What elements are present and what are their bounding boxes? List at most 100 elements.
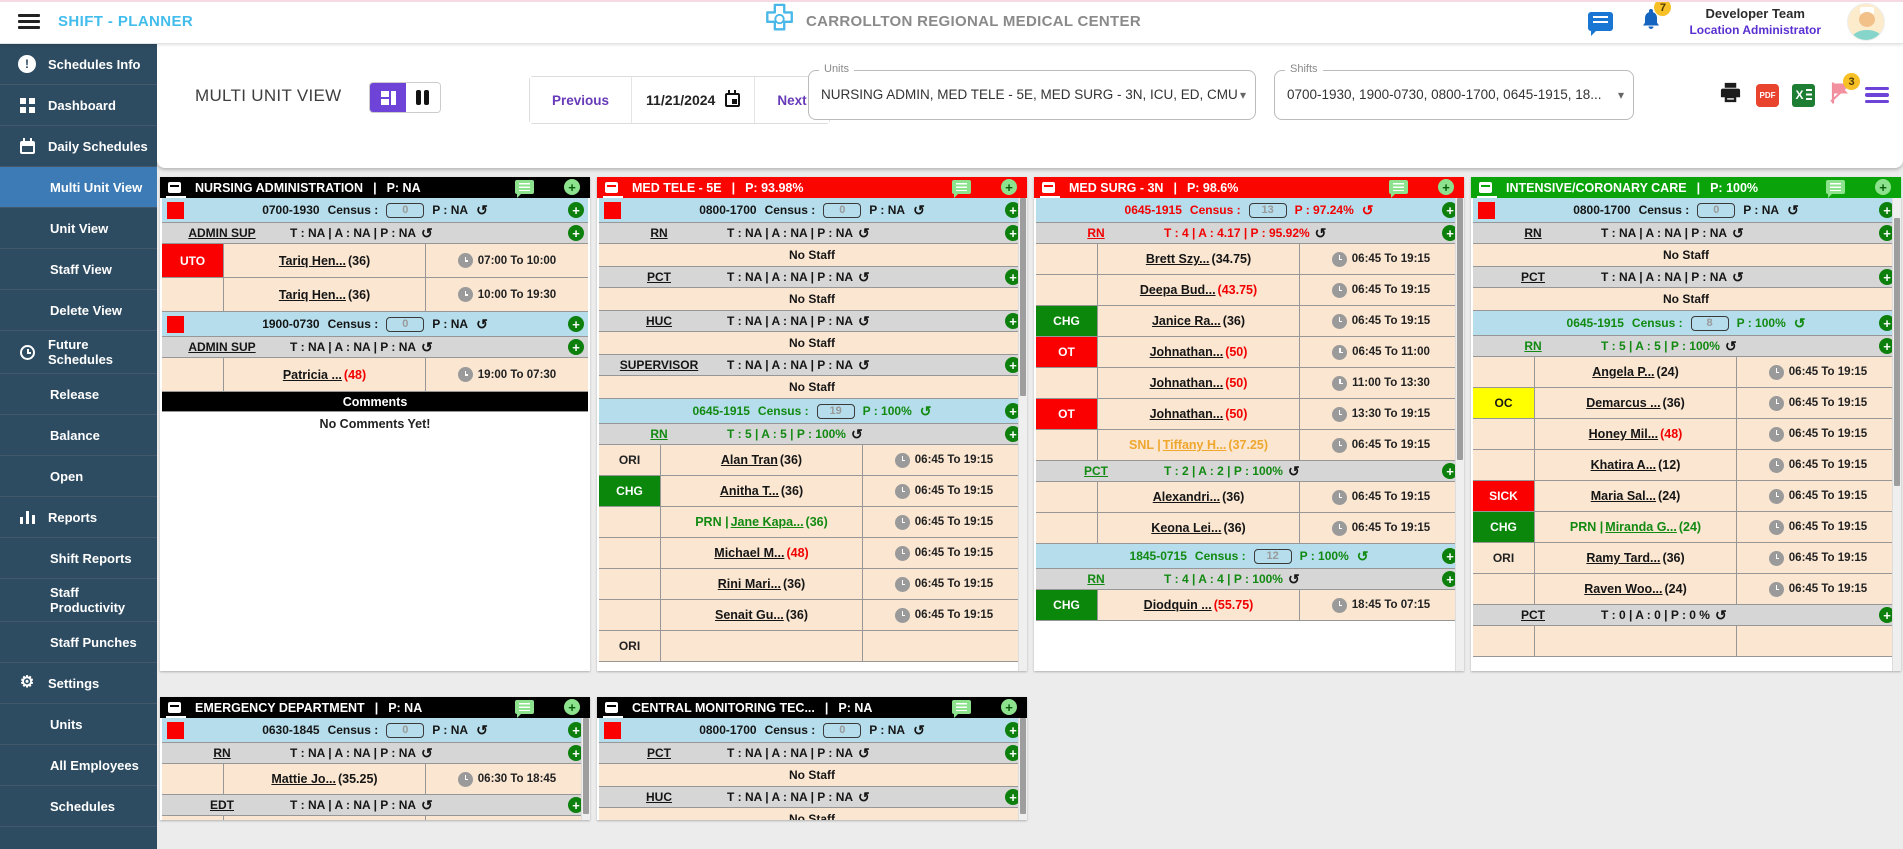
menu-icon[interactable] [18,14,40,29]
staff-name-link[interactable]: Ramy Tard... [1586,551,1660,565]
history-icon[interactable]: ↺ [858,270,870,284]
shifts-select[interactable]: Shifts 0700-1930, 1900-0730, 0800-1700, … [1274,70,1634,120]
sidebar-item-release[interactable]: Release [0,374,157,415]
census-input[interactable]: 0 [1697,203,1735,218]
role-link[interactable]: PCT [1036,464,1156,478]
grid-view-button[interactable] [370,83,406,112]
staff-name-link[interactable]: Keona Lei... [1151,521,1221,535]
staff-name-link[interactable]: Honey Mil... [1589,427,1658,441]
staff-name-link[interactable]: Khatira A... [1591,458,1657,472]
staff-name-link[interactable]: Johnathan... [1150,407,1224,421]
staff-name-link[interactable]: Johnathan... [1150,345,1224,359]
history-icon[interactable]: ↺ [476,723,488,737]
census-input[interactable]: 0 [386,723,424,738]
previous-button[interactable]: Previous [530,77,632,123]
role-link[interactable]: EDT [162,798,282,812]
history-icon[interactable]: ↺ [421,340,433,354]
unit-comments-icon[interactable] [515,180,534,194]
add-staff-button[interactable]: + [568,225,584,241]
history-icon[interactable]: ↺ [1787,203,1799,217]
date-input[interactable]: 11/21/2024 [632,77,755,123]
sidebar-item-all-employees[interactable]: All Employees [0,745,157,786]
excel-export-icon[interactable]: X [1792,84,1815,107]
sidebar-item-staff-productivity[interactable]: Staff Productivity [0,579,157,622]
staff-name-link[interactable]: Raven Woo... [1584,582,1662,596]
role-link[interactable]: PCT [599,746,719,760]
scrollbar-thumb[interactable] [583,718,589,814]
card-scrollbar[interactable] [1018,718,1027,820]
add-shift-button[interactable]: + [564,179,580,195]
role-link[interactable]: PCT [1473,608,1593,622]
role-link[interactable]: SUPERVISOR [599,358,719,372]
staff-name-link[interactable]: Angela P... [1592,365,1654,379]
history-icon[interactable]: ↺ [476,203,488,217]
unit-comments-icon[interactable] [1389,180,1408,194]
history-icon[interactable]: ↺ [1357,549,1369,563]
role-link[interactable]: RN [1473,339,1593,353]
unit-comments-icon[interactable] [1826,180,1845,194]
history-icon[interactable]: ↺ [858,226,870,240]
census-input[interactable]: 0 [386,203,424,218]
history-icon[interactable]: ↺ [476,317,488,331]
staff-name-link[interactable]: Patricia ... [283,368,342,382]
role-link[interactable]: ADMIN SUP [162,340,282,354]
history-icon[interactable]: ↺ [851,427,863,441]
notifications-bell-icon[interactable]: 7 [1639,6,1663,37]
add-shift-button[interactable]: + [1001,179,1017,195]
scrollbar-thumb[interactable] [1457,198,1463,460]
calendar-icon[interactable] [725,93,740,107]
sidebar-item-balance[interactable]: Balance [0,415,157,456]
export-menu-icon[interactable] [1865,87,1889,104]
census-input[interactable]: 19 [817,404,855,419]
messages-icon[interactable] [1588,12,1613,31]
history-icon[interactable]: ↺ [913,203,925,217]
unit-comments-icon[interactable] [515,700,534,714]
history-icon[interactable]: ↺ [1732,270,1744,284]
history-icon[interactable]: ↺ [1715,608,1727,622]
pdf-export-icon[interactable]: PDF [1756,84,1779,107]
staff-name-link[interactable]: Miranda G... [1605,520,1677,534]
role-link[interactable]: RN [1473,226,1593,240]
staff-name-link[interactable]: Tiffany H... [1163,438,1227,452]
unit-comments-icon[interactable] [952,700,971,714]
census-input[interactable]: 0 [823,203,861,218]
role-link[interactable]: RN [162,746,282,760]
staff-name-link[interactable]: Maria Sal... [1591,489,1656,503]
history-icon[interactable]: ↺ [1794,316,1806,330]
sidebar-item-schedules-info[interactable]: !Schedules Info [0,44,157,85]
staff-name-link[interactable]: Janice Ra... [1152,314,1221,328]
history-icon[interactable]: ↺ [421,798,433,812]
scrollbar-thumb[interactable] [1020,718,1026,814]
role-link[interactable]: RN [1036,226,1156,240]
sidebar-item-staff-view[interactable]: Staff View [0,249,157,290]
card-scrollbar[interactable] [1455,198,1464,671]
sidebar-item-daily-schedules[interactable]: Daily Schedules [0,126,157,167]
history-icon[interactable]: ↺ [913,723,925,737]
history-icon[interactable]: ↺ [1315,226,1327,240]
role-link[interactable]: RN [1036,572,1156,586]
staff-name-link[interactable]: Tariq Hen... [279,288,346,302]
census-input[interactable]: 13 [1249,203,1287,218]
add-staff-button[interactable]: + [568,202,584,218]
card-scrollbar[interactable] [1018,198,1027,671]
history-icon[interactable]: ↺ [858,358,870,372]
role-link[interactable]: PCT [1473,270,1593,284]
history-icon[interactable]: ↺ [858,314,870,328]
add-staff-button[interactable]: + [568,316,584,332]
history-icon[interactable]: ↺ [421,226,433,240]
staff-name-link[interactable]: Tariq Hen... [279,254,346,268]
user-info[interactable]: Developer Team Location Administrator [1689,5,1821,39]
census-input[interactable]: 0 [386,317,424,332]
avatar[interactable] [1847,3,1885,41]
scrollbar-thumb[interactable] [1020,198,1026,396]
staff-name-link[interactable]: Michael M... [714,546,784,560]
card-scrollbar[interactable] [1892,198,1901,671]
history-icon[interactable]: ↺ [421,746,433,760]
role-link[interactable]: HUC [599,314,719,328]
staff-name-link[interactable]: Diodquin ... [1144,598,1212,612]
unit-comments-icon[interactable] [952,180,971,194]
scrollbar-thumb[interactable] [1894,218,1900,486]
history-icon[interactable]: ↺ [1732,226,1744,240]
add-shift-button[interactable]: + [564,699,580,715]
staff-name-link[interactable]: Jane Kapa... [731,515,804,529]
